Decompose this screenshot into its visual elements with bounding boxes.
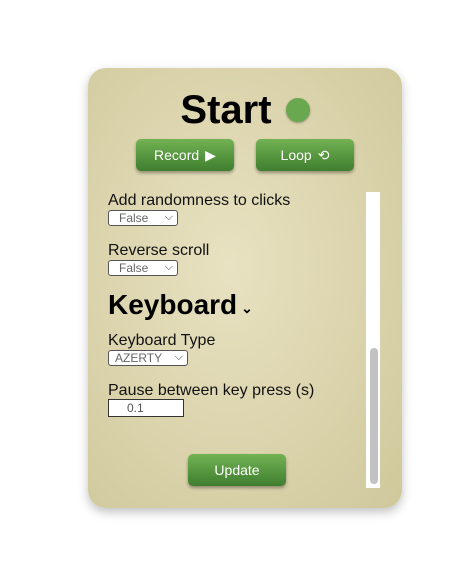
record-button-label: Record [154, 147, 200, 163]
scrollbar-thumb[interactable] [370, 348, 378, 484]
play-icon: ▶ [205, 146, 216, 163]
update-button-label: Update [214, 462, 260, 478]
loop-button[interactable]: Loop ⟲ [256, 139, 354, 171]
keyboard-type-label: Keyboard Type [108, 332, 216, 349]
keyboard-section-toggle[interactable]: Keyboard ⌄ [108, 289, 253, 321]
reverse-scroll-select[interactable]: False ⌵ [108, 260, 178, 276]
settings-scroll-area[interactable]: Add randomness to clicks False ⌵ Reverse… [108, 192, 354, 488]
chevron-down-icon: ⌄ [241, 299, 253, 316]
page-title: Start [180, 88, 272, 132]
title-row: Start [88, 88, 402, 132]
reverse-scroll-label: Reverse scroll [108, 242, 210, 259]
loop-icon: ⟲ [317, 146, 330, 163]
control-panel: Start Record ▶ Loop ⟲ Add randomness to … [88, 68, 402, 508]
pause-label: Pause between key press (s) [108, 382, 315, 399]
randomness-select[interactable]: False ⌵ [108, 210, 178, 226]
scrollbar[interactable] [366, 192, 380, 488]
reverse-scroll-select-value: False [119, 261, 149, 275]
randomness-select-value: False [119, 211, 149, 225]
keyboard-section-title: Keyboard [108, 289, 238, 320]
randomness-label: Add randomness to clicks [108, 192, 291, 209]
record-button[interactable]: Record ▶ [136, 139, 234, 171]
pause-input-value: 0.1 [127, 401, 144, 415]
keyboard-type-select-value: AZERTY [115, 351, 163, 365]
keyboard-type-select[interactable]: AZERTY ⌵ [108, 350, 188, 366]
update-button[interactable]: Update [188, 454, 286, 486]
loop-button-label: Loop [280, 147, 312, 163]
pause-input[interactable]: 0.1 [108, 399, 184, 417]
chevron-down-icon: ⌵ [164, 211, 173, 223]
status-indicator-icon [285, 98, 310, 122]
chevron-down-icon: ⌵ [164, 261, 173, 273]
chevron-down-icon: ⌵ [174, 351, 183, 363]
